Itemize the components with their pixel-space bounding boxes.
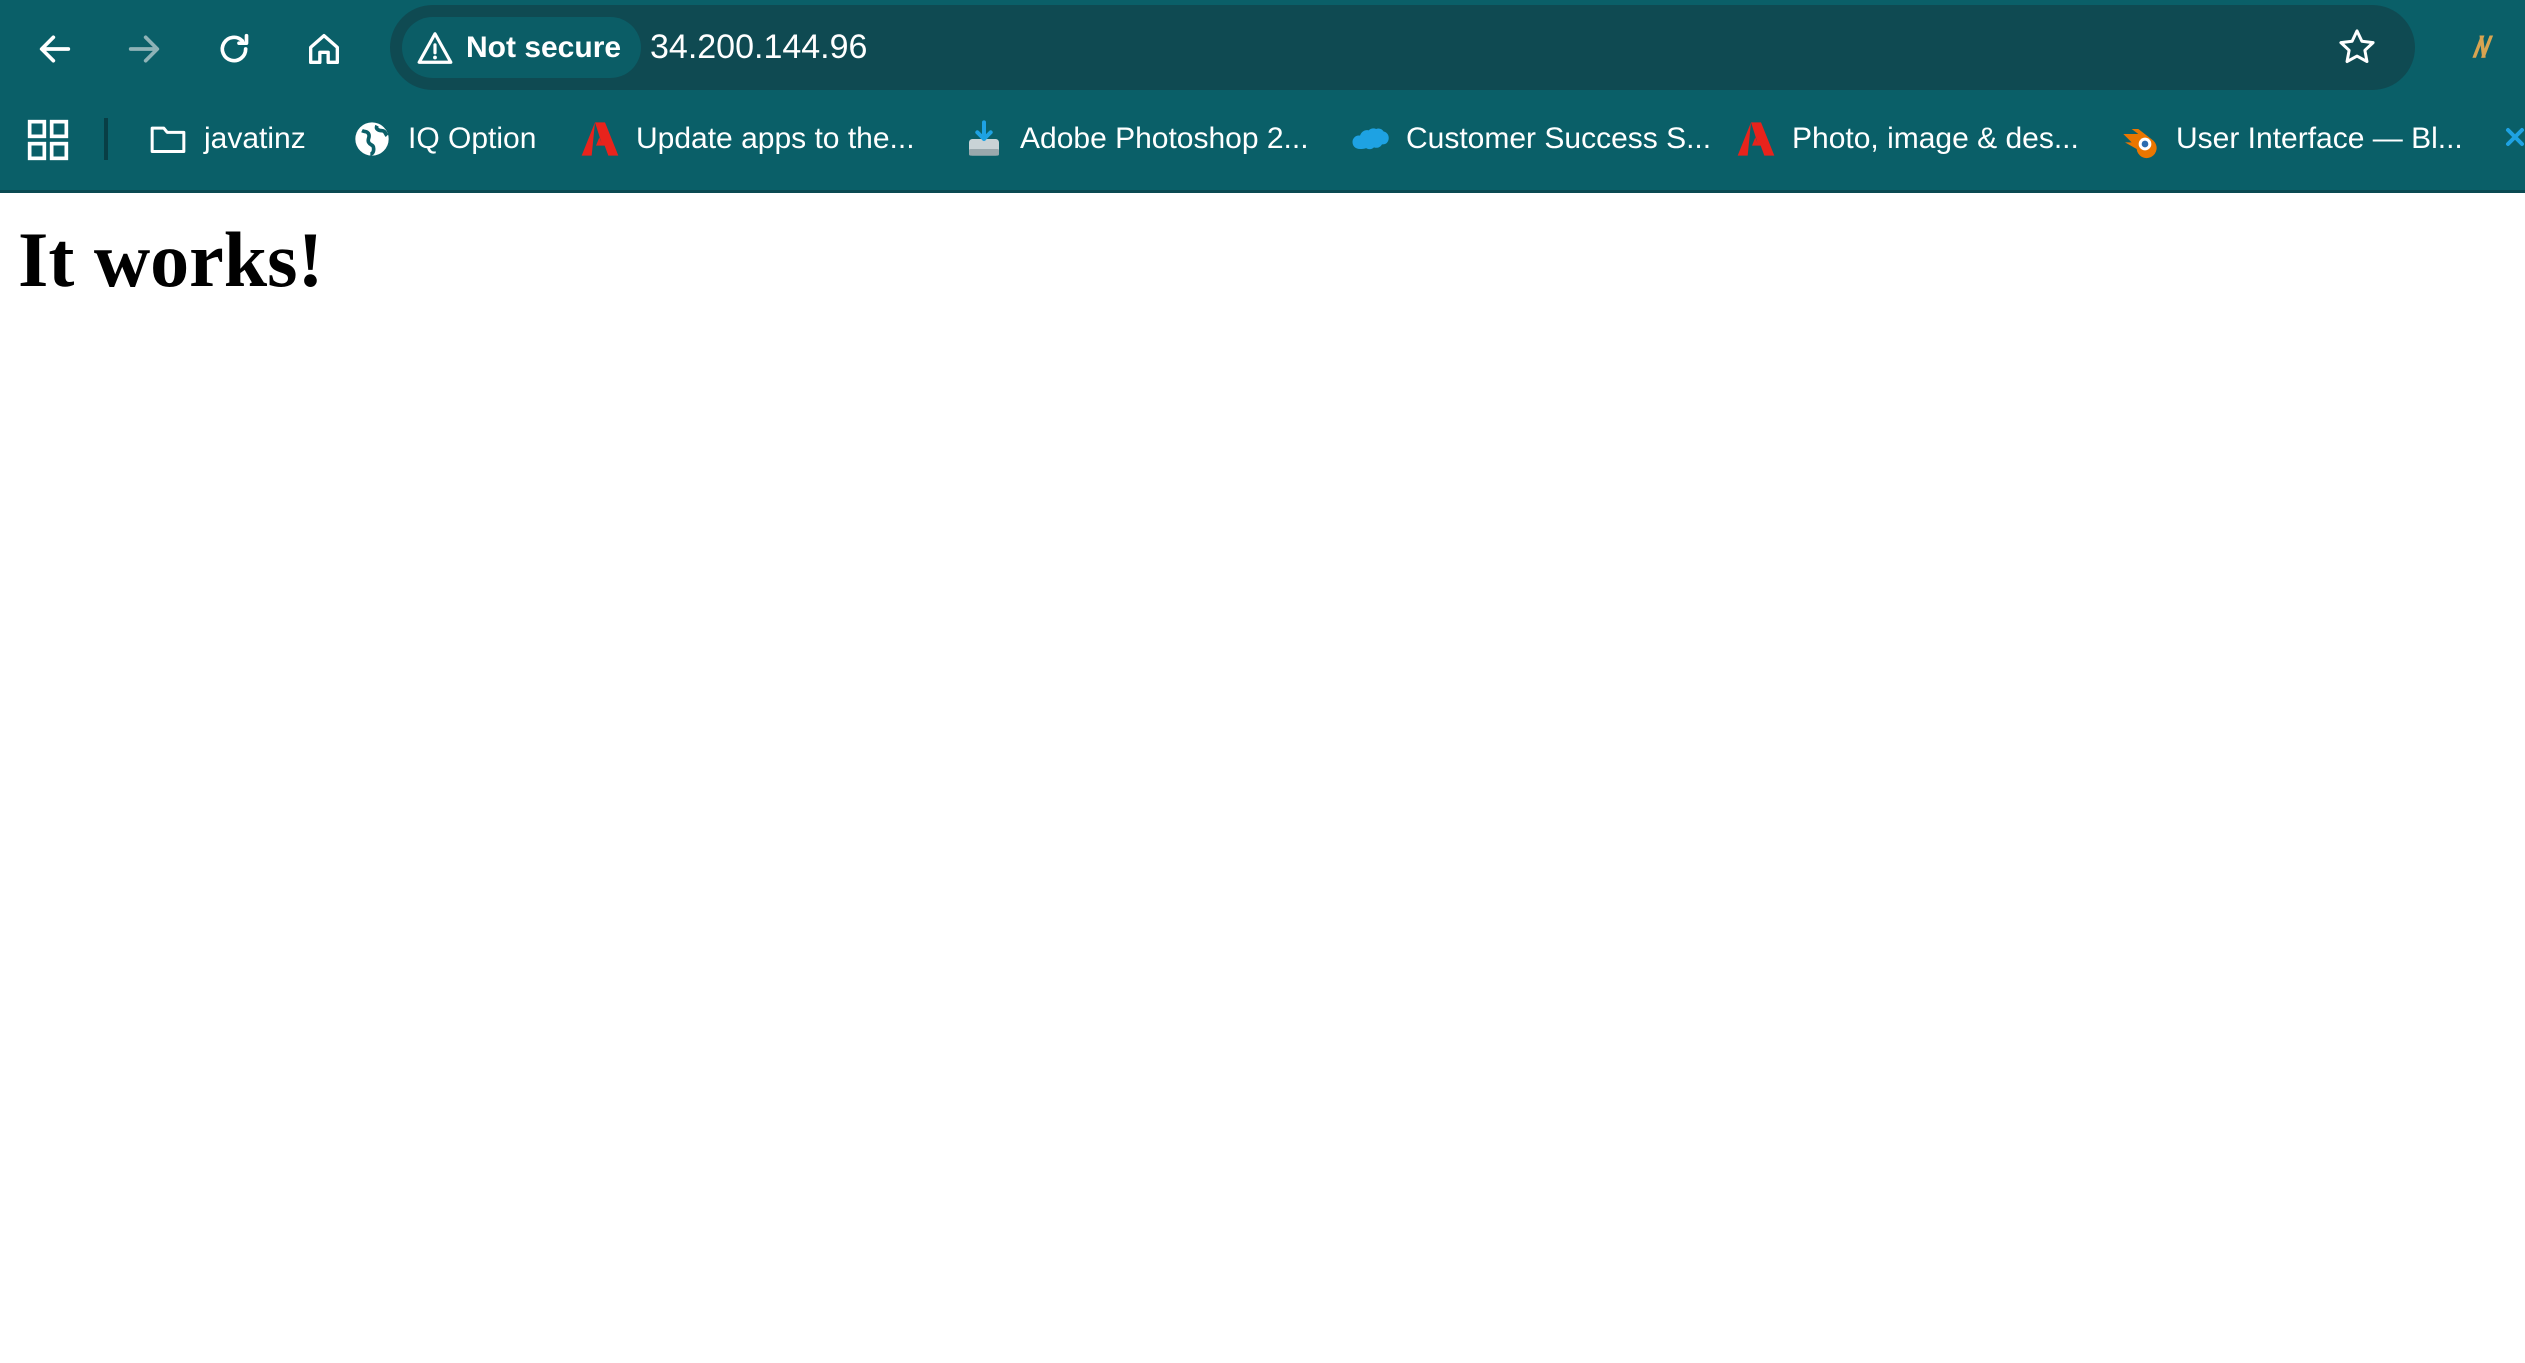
bookmark-label: IQ Option <box>408 122 537 155</box>
browser-chrome: Not secure 34.200.144.96 /\/ javatinz IQ… <box>0 0 2525 193</box>
star-icon <box>2339 29 2375 64</box>
adobe-icon <box>580 119 620 159</box>
bookmarks-divider <box>104 118 108 160</box>
bookmark-label: Customer Success S... <box>1406 122 1712 155</box>
reload-button[interactable] <box>203 18 265 80</box>
arrow-left-icon <box>39 35 71 63</box>
bookmark-label: Update apps to the... <box>636 122 915 155</box>
folder-icon <box>148 119 188 159</box>
extension-icon[interactable]: /\/ <box>2452 20 2508 76</box>
bookmark-star-button[interactable] <box>2329 19 2385 75</box>
back-button[interactable] <box>24 18 86 80</box>
blender-icon <box>2120 119 2160 159</box>
url-text[interactable]: 34.200.144.96 <box>650 5 867 90</box>
forward-button[interactable] <box>113 18 175 80</box>
salesforce-cloud-icon <box>1350 119 1390 159</box>
adobe-icon <box>1736 119 1776 159</box>
arrow-right-icon <box>128 35 160 63</box>
bookmark-label: javatinz <box>204 122 306 155</box>
bookmark-label: User Interface — Bl... <box>2176 122 2463 155</box>
globe-icon <box>352 119 392 159</box>
bookmark-label: Photo, image & des... <box>1792 122 2079 155</box>
site-security-chip[interactable]: Not secure <box>402 17 642 78</box>
bookmark-javatinz[interactable]: javatinz <box>148 108 306 170</box>
home-icon <box>309 34 339 64</box>
page-heading: It works! <box>18 216 324 303</box>
download-drive-icon <box>964 119 1004 159</box>
home-button[interactable] <box>293 18 355 80</box>
bookmarks-overflow-icon[interactable] <box>2500 122 2525 158</box>
bookmark-customer-success[interactable]: Customer Success S... <box>1350 108 1711 170</box>
bookmark-adobe-photoshop[interactable]: Adobe Photoshop 2... <box>964 108 1309 170</box>
apps-grid-icon[interactable] <box>26 118 70 162</box>
address-bar[interactable]: Not secure 34.200.144.96 <box>390 5 2415 90</box>
bookmark-user-interface-blender[interactable]: User Interface — Bl... <box>2120 108 2463 170</box>
bookmark-photo-image-design[interactable]: Photo, image & des... <box>1736 108 2079 170</box>
bookmark-iq-option[interactable]: IQ Option <box>352 108 536 170</box>
reload-icon <box>220 33 249 63</box>
warning-triangle-icon <box>417 31 453 64</box>
bookmark-label: Adobe Photoshop 2... <box>1020 122 1309 155</box>
bookmark-update-apps[interactable]: Update apps to the... <box>580 108 915 170</box>
page-content: It works! <box>0 193 2525 1363</box>
bookmarks-bar: javatinz IQ Option Update apps to the... <box>0 104 2525 176</box>
security-label: Not secure <box>466 30 622 64</box>
